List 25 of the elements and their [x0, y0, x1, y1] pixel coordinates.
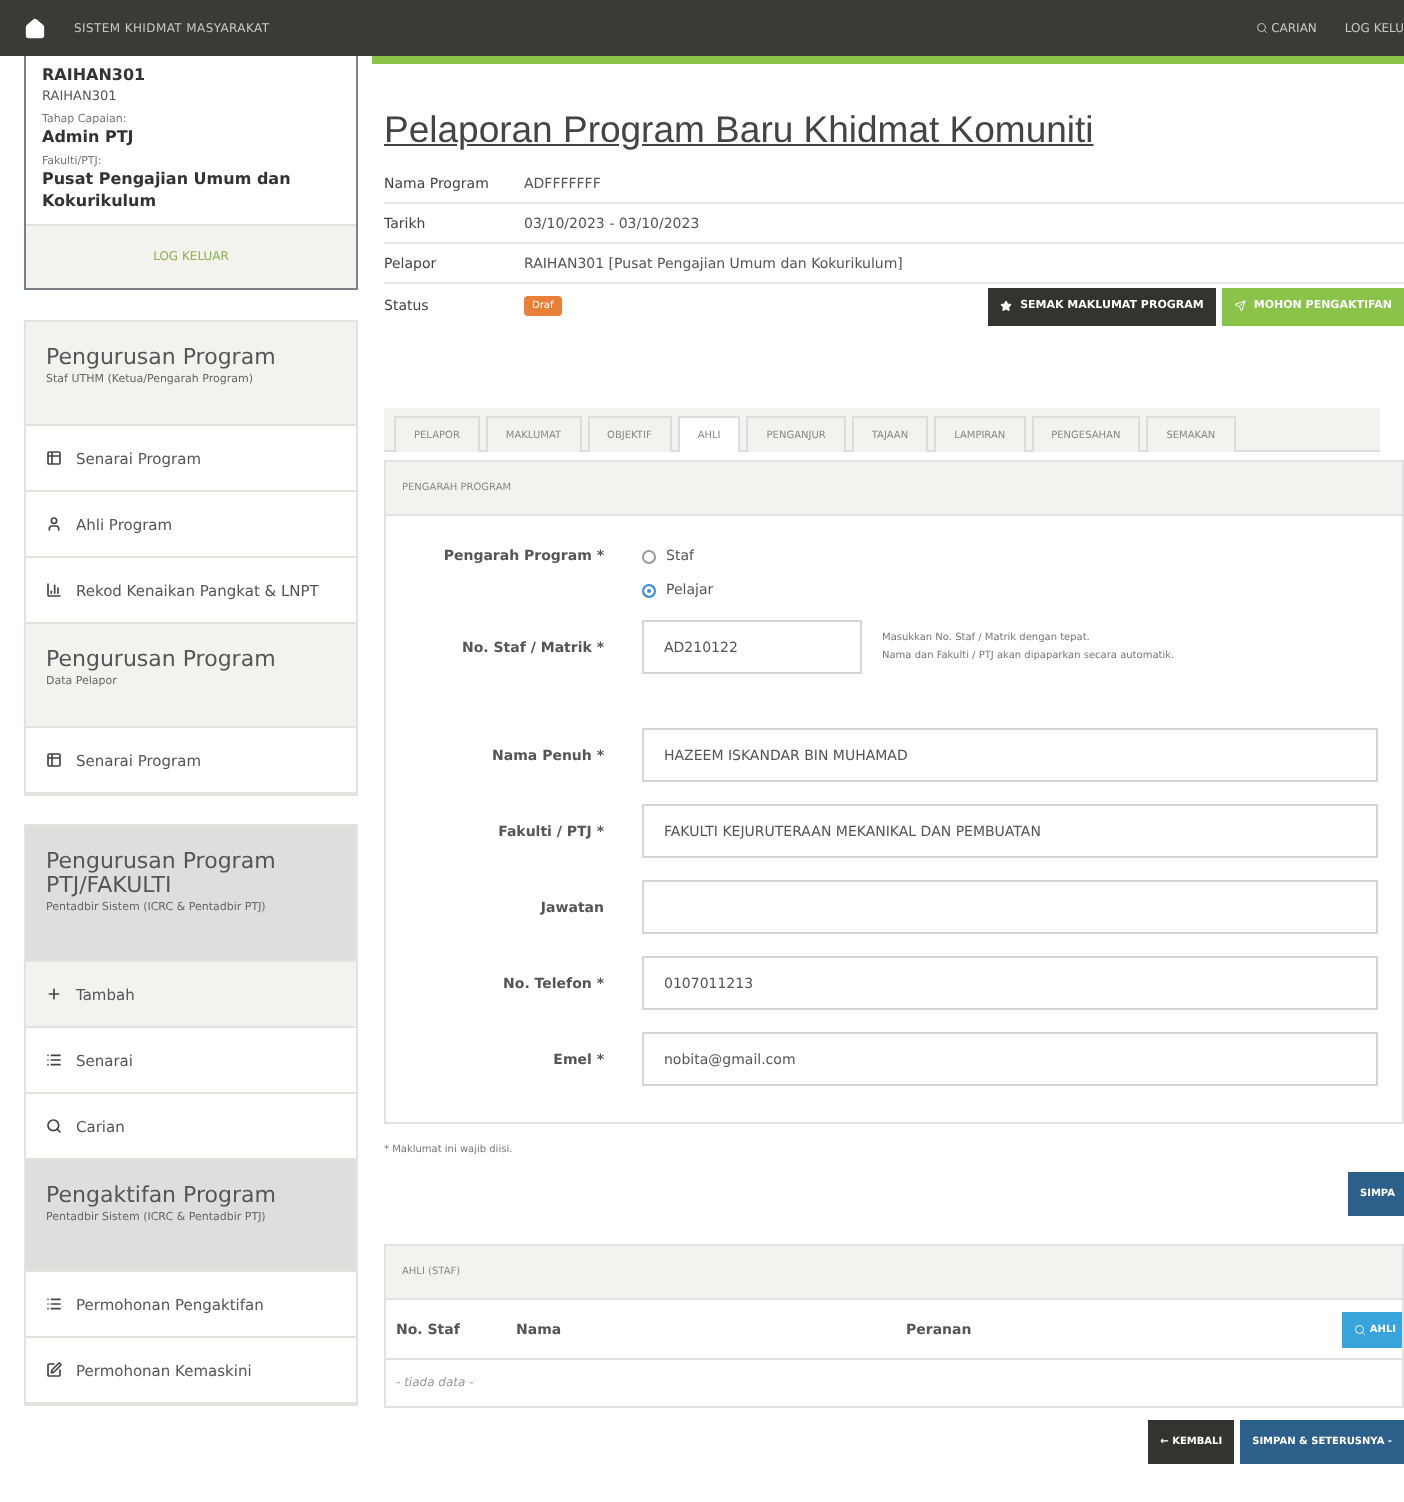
bar-chart-icon [46, 582, 62, 598]
table-icon [46, 752, 62, 768]
section-title: Pengurusan Program [46, 346, 278, 370]
search-icon[interactable] [1255, 22, 1268, 34]
field-value: Pusat Pengajian Umum dan Kokurikulum [42, 168, 293, 212]
radio-icon[interactable] [642, 583, 656, 597]
edit-icon [46, 1362, 62, 1378]
section-title: Pengurusan Program PTJ/FAKULTI [46, 850, 278, 898]
star-icon [1000, 300, 1013, 312]
page-title: Pelaporan Program Baru Khidmat Komuniti [384, 108, 1096, 152]
input-field[interactable] [642, 880, 1378, 934]
home-icon[interactable] [24, 17, 46, 39]
list-icon [46, 1052, 62, 1068]
search-icon [46, 1118, 62, 1134]
user-icon [46, 516, 62, 532]
plus-icon [46, 986, 62, 1002]
section-title: Pengurusan Program [46, 648, 278, 672]
radio-icon[interactable] [642, 549, 656, 563]
field-value: Admin PTJ [42, 126, 136, 148]
search-icon [1353, 1323, 1366, 1335]
user-name: RAIHAN301 [42, 64, 148, 86]
list-icon [46, 1296, 62, 1312]
table-icon [46, 450, 62, 466]
section-title: Pengaktifan Program [46, 1184, 278, 1208]
send-icon [1233, 300, 1246, 312]
